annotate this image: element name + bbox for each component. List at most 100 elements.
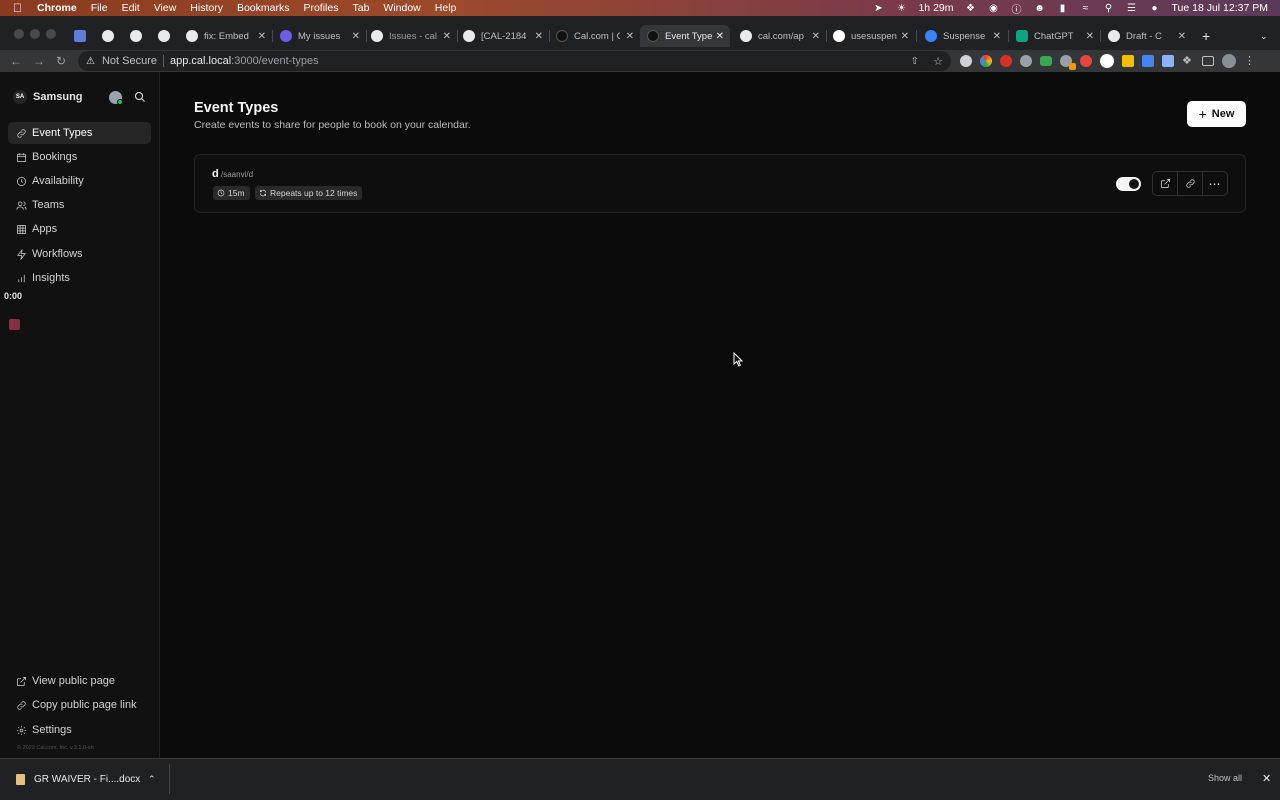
browser-tab-usesuspense[interactable]: usesuspen ✕ <box>833 25 911 47</box>
org-name[interactable]: Samsung <box>33 91 83 103</box>
menu-profiles[interactable]: Profiles <box>303 2 338 14</box>
browser-tab-suspense[interactable]: Suspense ✕ <box>925 25 1003 47</box>
copy-link-button[interactable] <box>1178 172 1203 195</box>
sidebar-item-copy-public-page-link[interactable]: Copy public page link <box>8 694 151 716</box>
profile-avatar-icon[interactable] <box>1222 54 1236 68</box>
back-arrow-icon[interactable]: ← <box>10 54 22 68</box>
info-icon[interactable]: ⓘ <box>1011 3 1023 16</box>
close-icon[interactable]: ✕ <box>443 31 451 42</box>
record-stop-button[interactable] <box>9 319 20 330</box>
menu-app-name[interactable]: Chrome <box>37 2 77 14</box>
battery-icon[interactable]: ▮ <box>1057 3 1069 14</box>
extension-10-icon[interactable] <box>1142 55 1154 67</box>
stream-icon[interactable]: ➤ <box>872 3 884 14</box>
control-center-icon[interactable]: ☰ <box>1126 3 1138 14</box>
new-event-type-button[interactable]: + New <box>1187 101 1246 127</box>
browser-tab-my-issues[interactable]: My issues ✕ <box>280 25 362 47</box>
close-icon[interactable]: ✕ <box>352 31 360 42</box>
close-icon[interactable]: ✕ <box>535 31 543 42</box>
show-all-downloads-button[interactable]: Show all <box>1208 773 1242 783</box>
sidebar-item-workflows[interactable]: Workflows <box>8 243 151 265</box>
reload-icon[interactable]: ↻ <box>56 54 66 68</box>
close-icon[interactable]: ✕ <box>993 31 1001 42</box>
window-zoom-button[interactable] <box>46 29 56 39</box>
browser-tab-pinned-github-2[interactable] <box>158 25 176 47</box>
sidebar-item-bookings[interactable]: Bookings <box>8 146 151 168</box>
sidebar-item-apps[interactable]: Apps <box>8 218 151 240</box>
chevron-up-icon[interactable]: ⌃ <box>148 774 156 785</box>
more-options-button[interactable]: ⋯ <box>1203 172 1227 195</box>
grammarly-icon[interactable]: ◉ <box>988 3 1000 14</box>
extension-1-icon[interactable] <box>960 55 972 67</box>
menu-help[interactable]: Help <box>435 2 457 14</box>
search-icon[interactable]: ⚲ <box>1103 3 1115 14</box>
event-enabled-toggle[interactable] <box>1116 177 1141 191</box>
search-icon[interactable] <box>134 91 146 103</box>
sidebar-item-availability[interactable]: Availability <box>8 170 151 192</box>
org-avatar[interactable]: SA <box>13 90 27 104</box>
preview-button[interactable] <box>1153 172 1178 195</box>
browser-tab-calcom[interactable]: Cal.com | C ✕ <box>556 25 636 47</box>
window-close-button[interactable] <box>14 29 24 39</box>
brightness-icon[interactable]: ☀ <box>895 3 907 14</box>
more-vertical-icon[interactable]: ⋮ <box>1244 55 1255 67</box>
close-icon[interactable]: ✕ <box>1178 31 1186 42</box>
siri-icon[interactable]: ● <box>1149 3 1161 14</box>
close-icon[interactable]: ✕ <box>812 31 820 42</box>
extension-9-icon[interactable] <box>1122 55 1134 67</box>
puzzle-icon[interactable]: ❖ <box>1182 55 1194 67</box>
event-type-title[interactable]: d <box>212 168 219 180</box>
sidebar-item-settings[interactable]: Settings <box>8 719 151 741</box>
menu-window[interactable]: Window <box>383 2 420 14</box>
user-avatar[interactable] <box>109 91 123 105</box>
warning-icon[interactable]: ⚠ <box>86 56 95 67</box>
bookmark-star-icon[interactable]: ☆ <box>933 55 943 68</box>
browser-tab-pinned-github[interactable] <box>102 25 120 47</box>
security-label[interactable]: Not Secure <box>102 55 157 67</box>
close-icon[interactable]: ✕ <box>626 31 634 42</box>
forward-arrow-icon[interactable]: → <box>33 54 45 68</box>
browser-tab-calcom-app[interactable]: cal.com/ap ✕ <box>740 25 822 47</box>
close-icon[interactable]: ✕ <box>1086 31 1094 42</box>
browser-tab-fix-embed[interactable]: fix: Embed ✕ <box>186 25 268 47</box>
download-item[interactable]: GR WAIVER - Fi....docx ⌃ <box>8 766 168 792</box>
extension-3-icon[interactable] <box>1000 55 1012 67</box>
sidebar-item-insights[interactable]: Insights <box>8 267 151 289</box>
close-icon[interactable]: ✕ <box>258 31 266 42</box>
window-minimize-button[interactable] <box>30 29 40 39</box>
extension-2-icon[interactable] <box>980 55 992 67</box>
menu-tab[interactable]: Tab <box>352 2 369 14</box>
browser-tab-event-types[interactable]: Event Type ✕ <box>640 25 730 47</box>
account-icon[interactable]: ☻ <box>1034 3 1046 14</box>
share-icon[interactable]: ⇧ <box>911 56 919 67</box>
extension-5-icon[interactable] <box>1040 56 1052 66</box>
new-tab-button[interactable]: + <box>1202 25 1216 47</box>
side-panel-icon[interactable] <box>1202 56 1214 66</box>
browser-tab-cal-2184[interactable]: [CAL-2184 ✕ <box>463 25 545 47</box>
address-bar[interactable]: ⚠ Not Secure app.cal.local :3000/event-t… <box>78 51 951 71</box>
event-type-card[interactable] <box>194 154 1246 213</box>
menu-history[interactable]: History <box>190 2 223 14</box>
close-shelf-icon[interactable]: ✕ <box>1262 772 1271 785</box>
extension-8-icon[interactable] <box>1100 54 1114 68</box>
sidebar-item-teams[interactable]: Teams <box>8 194 151 216</box>
sidebar-item-event-types[interactable]: Event Types <box>8 122 151 144</box>
browser-tab-pinned-mail[interactable] <box>74 25 92 47</box>
apple-icon[interactable]:  <box>13 1 27 15</box>
browser-tab-draft[interactable]: Draft - C ✕ <box>1108 25 1188 47</box>
close-icon[interactable]: ✕ <box>901 31 909 42</box>
sidebar-item-view-public-page[interactable]: View public page <box>8 670 151 692</box>
tab-search-chevron-icon[interactable]: ⌄ <box>1260 25 1270 47</box>
menu-edit[interactable]: Edit <box>122 2 140 14</box>
extension-4-icon[interactable] <box>1020 55 1032 67</box>
extension-icon[interactable]: ❖ <box>965 3 977 14</box>
menu-view[interactable]: View <box>154 2 177 14</box>
browser-tab-issues-cal[interactable]: Issues - cal ✕ <box>371 25 453 47</box>
menu-bookmarks[interactable]: Bookmarks <box>237 2 290 14</box>
wifi-icon[interactable]: ≈ <box>1080 3 1092 14</box>
browser-tab-chatgpt[interactable]: ChatGPT ✕ <box>1016 25 1096 47</box>
browser-tab-pinned-app[interactable] <box>130 25 148 47</box>
extension-11-icon[interactable] <box>1162 55 1174 67</box>
extension-7-icon[interactable] <box>1080 55 1092 67</box>
close-icon[interactable]: ✕ <box>716 31 724 42</box>
